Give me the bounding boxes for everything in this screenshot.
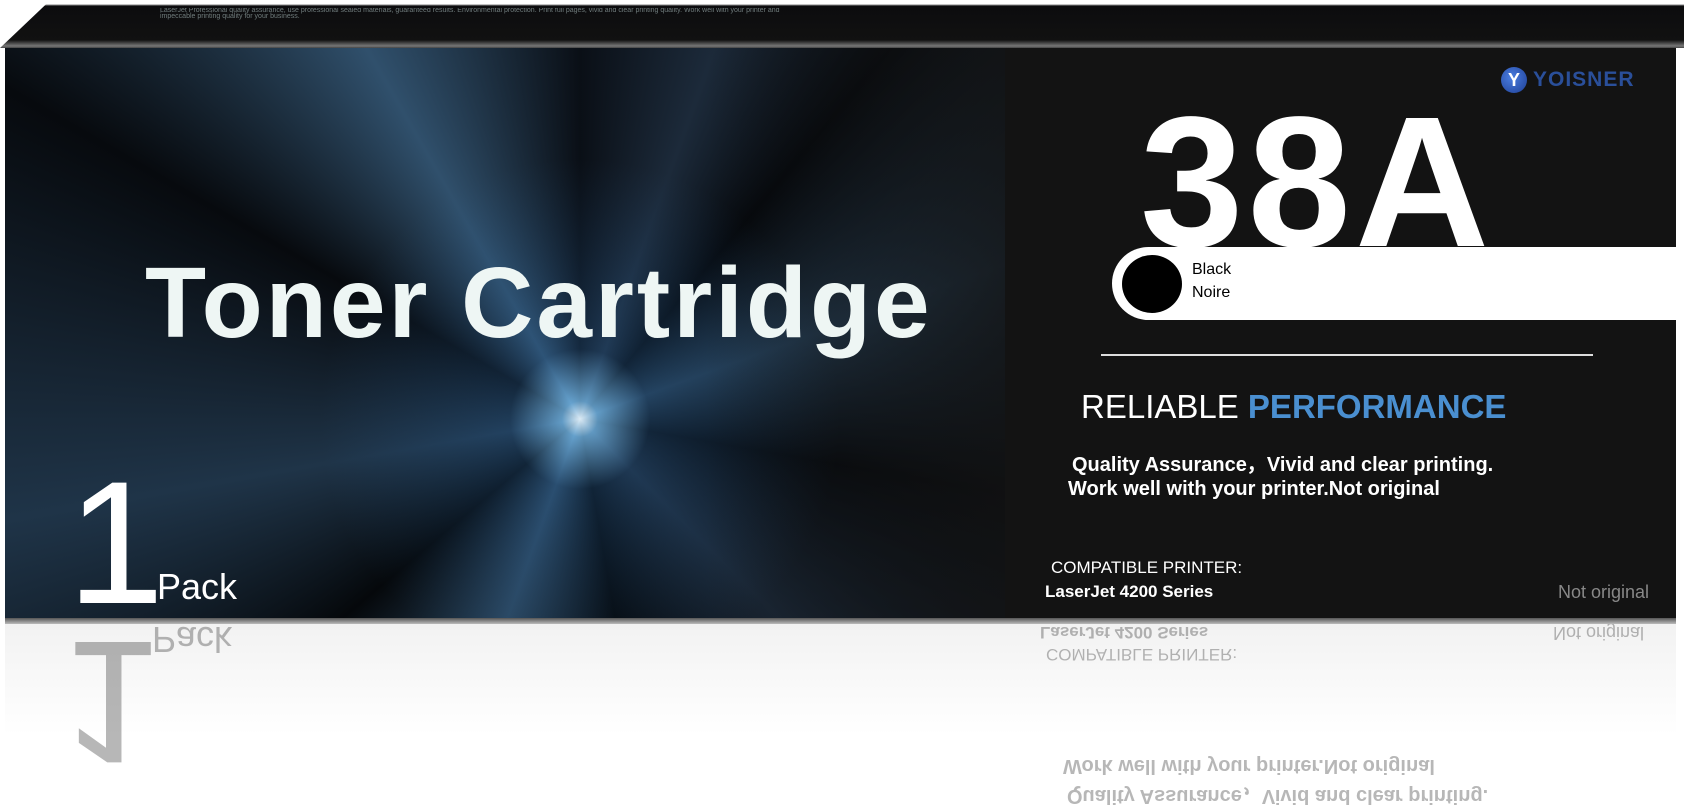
pack-count: 1 xyxy=(67,446,165,623)
product-title: Toner Cartridge xyxy=(145,247,933,359)
color-label-en: Black xyxy=(1192,261,1232,278)
disclaimer: Not original xyxy=(1558,582,1650,602)
reflection-pack-label: Pack xyxy=(152,624,233,660)
compatible-printer: LaserJet 4200 Series xyxy=(1045,582,1214,601)
compatible-label: COMPATIBLE PRINTER: xyxy=(1051,558,1243,577)
box-reflection: 1 Pack LaserJet 4200 Series COMPATIBLE P… xyxy=(5,624,1676,809)
headline-part2: PERFORMANCE xyxy=(1247,388,1507,425)
color-band: Black Noire xyxy=(1112,247,1676,320)
color-label-fr: Noire xyxy=(1192,284,1231,301)
reflection-feature: Quality Assurance，Vivid and clear printi… xyxy=(1067,785,1489,807)
pack-label: Pack xyxy=(157,566,238,607)
headline: RELIABLE PERFORMANCE xyxy=(1081,388,1506,426)
lid-fine-print: LaserJet Professional quality assurance,… xyxy=(160,8,780,20)
box-lid: LaserJet Professional quality assurance,… xyxy=(0,0,1684,48)
feature-line: Quality Assurance，Vivid and clear printi… xyxy=(1072,454,1494,476)
reflection-feature: Work well with your printer.Not original xyxy=(1063,755,1435,777)
reflection-printer: LaserJet 4200 Series xyxy=(1040,624,1209,642)
black-color-dot-icon xyxy=(1122,255,1182,313)
headline-part1: RELIABLE xyxy=(1081,388,1239,425)
brand-name: YOISNER xyxy=(1533,68,1635,91)
brand-logo-icon: Y xyxy=(1501,67,1527,93)
reflection-compatible: COMPATIBLE PRINTER: xyxy=(1046,645,1238,664)
divider xyxy=(1101,354,1593,356)
toner-box-front: Toner Cartridge 1 Pack 38A Y YOISNER Bla… xyxy=(5,48,1676,623)
brand-logo: Y YOISNER xyxy=(1501,67,1635,93)
feature-line: Work well with your printer.Not original xyxy=(1068,478,1440,500)
reflection-pack-count: 1 xyxy=(62,624,160,799)
reflection-disclaimer: Not original xyxy=(1553,624,1645,643)
